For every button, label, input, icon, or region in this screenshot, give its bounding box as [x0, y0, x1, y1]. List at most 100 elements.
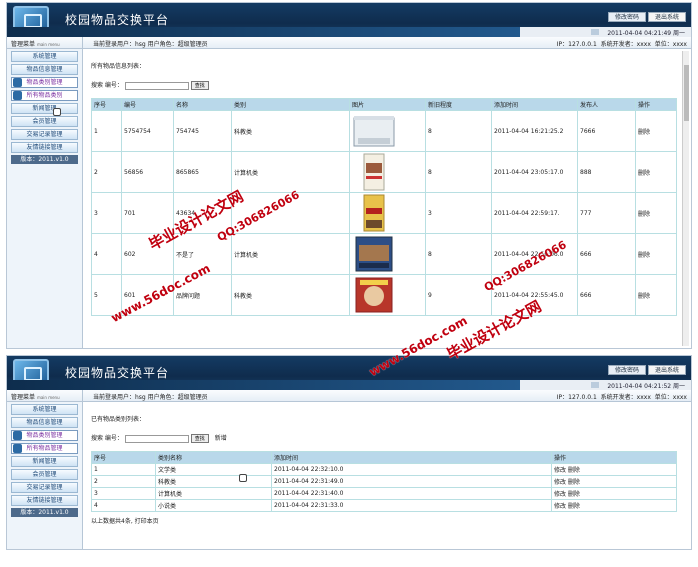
- calendar-icon: [591, 29, 599, 35]
- goods-subtitle: 所有物品信息列表：: [91, 63, 146, 70]
- header: 校园物品交换平台 修改密码 退出系统 2011-04-04 04:21:52 周…: [7, 356, 691, 390]
- table-row: 2 56856 865865 计算机类 8 2011-04-04 23:05:17.0 8…: [91, 151, 677, 193]
- search-label: 搜索 编号：: [91, 435, 123, 442]
- system-status: IP：127.0.0.1 系统开发者：xxxx 单位：xxxx: [556, 41, 687, 48]
- sidebar: 系统管理 物品信息管理 物品类别管理 所有物品管理 新闻管理 会员管理 交易记录…: [7, 402, 83, 549]
- table-row: 1 5754754 754745 科教类 8 2011-04-04 16:21:25.2…: [91, 110, 677, 152]
- menu-category[interactable]: 物品类别管理: [11, 77, 78, 88]
- calendar-icon: [591, 382, 599, 388]
- scrollbar-thumb[interactable]: [684, 65, 689, 121]
- goods-content: 所有物品信息列表： 搜索 编号： 查找 序号 编号 名称 类别 图片 新旧程度 …: [91, 53, 677, 348]
- version-label: 版本：2011.v1.0: [11, 508, 78, 517]
- logout-button[interactable]: 退出系统: [647, 12, 686, 22]
- menu-trades[interactable]: 交易记录管理: [11, 129, 78, 140]
- change-password-button[interactable]: 修改密码: [607, 12, 646, 22]
- logout-button[interactable]: 退出系统: [647, 365, 686, 375]
- th-index: 序号: [91, 98, 122, 111]
- category-content: 已有物品类别列表： 搜索 编号： 查找 新增 序号 类别名称 添加时间 操作 1…: [91, 406, 677, 549]
- sidebar: 系统管理 物品信息管理 物品类别管理 所有物品类别 新闻管理 会员管理 交易记录…: [7, 49, 83, 348]
- delete-link[interactable]: 删除: [635, 110, 677, 152]
- vertical-scrollbar[interactable]: [682, 51, 689, 346]
- menu-news[interactable]: 新闻管理: [11, 103, 78, 114]
- search-label: 搜索 编号：: [91, 82, 123, 89]
- hand-cursor-icon: [53, 108, 61, 116]
- info-bar: 管理菜单 main menu 当前登录用户：hsg 用户角色：超级管理员 IP：…: [7, 390, 691, 402]
- search-input[interactable]: [124, 81, 189, 90]
- folder-icon: [13, 431, 22, 440]
- current-user: 当前登录用户：hsg 用户角色：超级管理员: [93, 394, 208, 401]
- menu-title: 管理菜单 main menu: [7, 37, 83, 49]
- system-status: IP：127.0.0.1 系统开发者：xxxx 单位：xxxx: [556, 394, 687, 401]
- search-button[interactable]: 查找: [190, 434, 209, 443]
- category-search: 搜索 编号： 查找 新增: [91, 433, 677, 443]
- header: 校园物品交换平台 修改密码 退出系统 2011-04-04 04:21:49 周…: [7, 3, 691, 37]
- edit-delete-links[interactable]: 修改 删除: [551, 499, 677, 512]
- change-password-button[interactable]: 修改密码: [607, 365, 646, 375]
- datetime: 2011-04-04 04:21:52 周一: [607, 383, 685, 390]
- table-row: 3 计算机类 2011-04-04 22:31:40.0 修改 删除: [91, 487, 677, 500]
- header-time-bar: 2011-04-04 04:21:52 周一: [7, 380, 691, 390]
- th-index: 序号: [91, 451, 156, 464]
- goods-list-window: 校园物品交换平台 修改密码 退出系统 2011-04-04 04:21:49 周…: [6, 2, 692, 349]
- menu-links[interactable]: 友情链接管理: [11, 142, 78, 153]
- search-input[interactable]: [124, 434, 189, 443]
- folder-icon: [13, 78, 22, 87]
- edit-delete-links[interactable]: 修改 删除: [551, 487, 677, 500]
- th-condition: 新旧程度: [425, 98, 492, 111]
- menu-all-category[interactable]: 所有物品类别: [11, 90, 78, 101]
- table-footer: 以上数据共4条, 打印本页: [91, 518, 159, 525]
- book-image: [355, 277, 393, 313]
- th-action: 操作: [551, 451, 677, 464]
- table-row: 2 科教类 2011-04-04 22:31:49.0 修改 删除: [91, 475, 677, 488]
- version-label: 版本：2011.v1.0: [11, 155, 78, 164]
- th-name: 名称: [173, 98, 232, 111]
- app-title: 校园物品交换平台: [65, 366, 170, 380]
- goods-search: 搜索 编号： 查找: [91, 80, 677, 90]
- menu-system[interactable]: 系统管理: [11, 51, 78, 62]
- datetime: 2011-04-04 04:21:49 周一: [607, 30, 685, 37]
- edit-delete-links[interactable]: 修改 删除: [551, 475, 677, 488]
- menu-members[interactable]: 会员管理: [11, 116, 78, 127]
- edit-delete-links[interactable]: 修改 删除: [551, 463, 677, 476]
- menu-goods-info[interactable]: 物品信息管理: [11, 417, 78, 428]
- th-image: 图片: [349, 98, 426, 111]
- book-image: [355, 236, 393, 272]
- delete-link[interactable]: 删除: [635, 151, 677, 193]
- table-row: 4 小说类 2011-04-04 22:31:33.0 修改 删除: [91, 499, 677, 512]
- th-action: 操作: [635, 98, 677, 111]
- add-link[interactable]: 新增: [215, 435, 227, 442]
- menu-all-goods[interactable]: 所有物品管理: [11, 443, 78, 454]
- header-time-bar: 2011-04-04 04:21:49 周一: [7, 27, 691, 37]
- menu-news[interactable]: 新闻管理: [11, 456, 78, 467]
- th-publisher: 发布人: [577, 98, 636, 111]
- info-bar: 管理菜单 main menu 当前登录用户：hsg 用户角色：超级管理员 IP：…: [7, 37, 691, 49]
- book-image: [363, 153, 385, 191]
- menu-title: 管理菜单 main menu: [7, 390, 83, 402]
- menu-goods-info[interactable]: 物品信息管理: [11, 64, 78, 75]
- folder-icon: [13, 91, 22, 100]
- category-subtitle: 已有物品类别列表：: [91, 416, 146, 423]
- freezer-image: [353, 116, 395, 147]
- menu-system[interactable]: 系统管理: [11, 404, 78, 415]
- current-user: 当前登录用户：hsg 用户角色：超级管理员: [93, 41, 208, 48]
- th-added-time: 添加时间: [491, 98, 578, 111]
- menu-links[interactable]: 友情链接管理: [11, 495, 78, 506]
- menu-members[interactable]: 会员管理: [11, 469, 78, 480]
- menu-category[interactable]: 物品类别管理: [11, 430, 78, 441]
- th-code: 编号: [121, 98, 174, 111]
- table-row: 1 文学类 2011-04-04 22:32:10.0 修改 删除: [91, 463, 677, 476]
- menu-trades[interactable]: 交易记录管理: [11, 482, 78, 493]
- th-added-time: 添加时间: [271, 451, 552, 464]
- hand-cursor-icon: [239, 474, 247, 482]
- th-category: 类别: [231, 98, 350, 111]
- delete-link[interactable]: 删除: [635, 274, 677, 316]
- delete-link[interactable]: 删除: [635, 192, 677, 234]
- category-list-window: 校园物品交换平台 修改密码 退出系统 2011-04-04 04:21:52 周…: [6, 355, 692, 550]
- th-category-name: 类别名称: [155, 451, 272, 464]
- delete-link[interactable]: 删除: [635, 233, 677, 275]
- folder-icon: [13, 444, 22, 453]
- app-title: 校园物品交换平台: [65, 13, 170, 27]
- search-button[interactable]: 查找: [190, 81, 209, 90]
- category-table: 序号 类别名称 添加时间 操作 1 文学类 2011-04-04 22:32:10.…: [91, 451, 677, 512]
- book-image: [363, 194, 385, 232]
